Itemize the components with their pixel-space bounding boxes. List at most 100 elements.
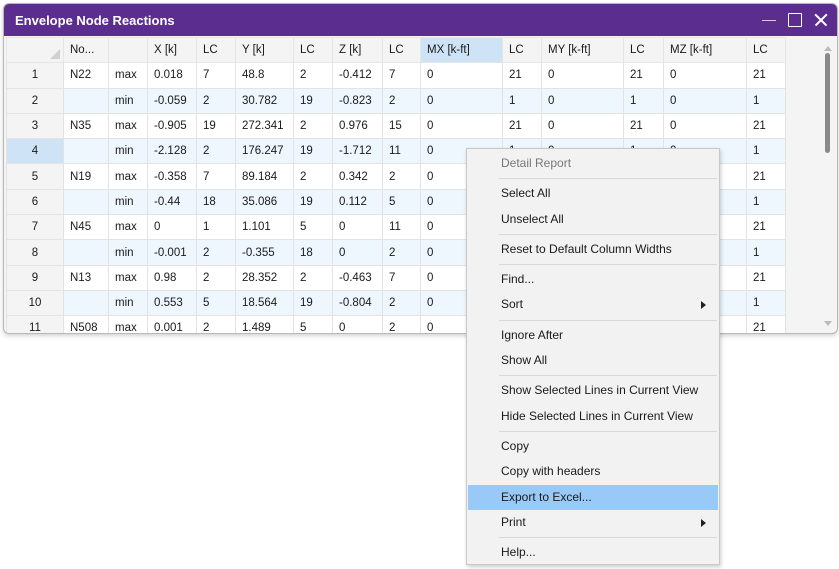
table-cell[interactable]: 0 (332, 315, 383, 333)
table-cell[interactable]: 0 (541, 112, 624, 140)
row-number[interactable]: 11 (6, 315, 64, 333)
table-cell[interactable]: 5 (293, 214, 333, 241)
menu-item-find[interactable]: Find... (468, 267, 718, 292)
menu-item-export-to-excel[interactable]: Export to Excel... (468, 484, 718, 510)
row-number[interactable]: 9 (6, 264, 64, 291)
scroll-down-icon[interactable] (824, 321, 832, 326)
table-cell[interactable]: 21 (623, 62, 664, 89)
table-cell[interactable]: N13 (63, 264, 109, 291)
table-cell[interactable]: 1 (746, 87, 786, 114)
table-cell[interactable]: -0.412 (332, 62, 383, 89)
table-cell[interactable]: max (108, 214, 148, 241)
table-cell[interactable]: min (108, 87, 148, 114)
table-cell[interactable]: 2 (293, 163, 333, 190)
table-cell[interactable]: 18 (196, 188, 236, 216)
table-cell[interactable]: -0.823 (332, 87, 383, 114)
table-cell[interactable]: 48.8 (235, 62, 294, 89)
table-cell[interactable]: 7 (196, 163, 236, 190)
row-number[interactable]: 6 (6, 188, 64, 216)
menu-item-show-all[interactable]: Show All (468, 348, 718, 373)
table-cell[interactable]: 19 (293, 138, 333, 165)
table-cell[interactable]: 2 (196, 264, 236, 291)
table-cell[interactable]: 19 (293, 289, 333, 317)
column-header[interactable]: LC (502, 36, 542, 64)
table-cell[interactable]: 0 (420, 62, 503, 89)
table-cell[interactable]: 0.018 (147, 62, 197, 89)
table-cell[interactable]: 0 (663, 87, 747, 114)
table-cell[interactable] (63, 289, 109, 317)
menu-item-show-selected-lines-in-current-view[interactable]: Show Selected Lines in Current View (468, 378, 718, 403)
table-cell[interactable]: N35 (63, 112, 109, 140)
table-cell[interactable]: -0.44 (147, 188, 197, 216)
column-header[interactable]: MX [k-ft] (420, 36, 503, 64)
table-cell[interactable]: 21 (502, 62, 542, 89)
column-header[interactable]: LC (382, 36, 421, 64)
table-cell[interactable]: min (108, 239, 148, 266)
table-cell[interactable]: 2 (293, 264, 333, 291)
row-number[interactable]: 1 (6, 62, 64, 89)
table-row[interactable]: 2 min -0.059 2 30.782 19 -0.823 2 0 1 0 1 0 1 (6, 87, 786, 114)
table-row[interactable]: 3 N35 max -0.905 19 272.341 2 0.976 15 0 21 0 21 0 21 (6, 112, 786, 140)
table-cell[interactable]: -0.001 (147, 239, 197, 266)
row-number[interactable]: 2 (6, 87, 64, 114)
table-cell[interactable]: 1 (502, 87, 542, 114)
menu-item-help[interactable]: Help... (468, 540, 718, 565)
maximize-icon[interactable] (787, 12, 803, 28)
table-cell[interactable]: 21 (746, 264, 786, 291)
row-number[interactable]: 7 (6, 214, 64, 241)
table-cell[interactable]: 21 (746, 112, 786, 140)
table-cell[interactable]: 0.976 (332, 112, 383, 140)
table-cell[interactable]: 19 (293, 188, 333, 216)
column-header[interactable]: LC (623, 36, 664, 64)
column-header[interactable]: LC (196, 36, 236, 64)
table-cell[interactable]: 0.342 (332, 163, 383, 190)
table-cell[interactable]: 2 (293, 112, 333, 140)
row-number[interactable]: 3 (6, 112, 64, 140)
table-cell[interactable]: 0.553 (147, 289, 197, 317)
table-cell[interactable]: -0.905 (147, 112, 197, 140)
table-cell[interactable]: -0.358 (147, 163, 197, 190)
table-cell[interactable]: 0 (663, 62, 747, 89)
vertical-scrollbar[interactable] (821, 44, 835, 328)
table-cell[interactable]: 2 (196, 138, 236, 165)
title-bar[interactable]: Envelope Node Reactions (4, 4, 837, 36)
table-cell[interactable]: 11 (382, 214, 421, 241)
table-cell[interactable] (63, 188, 109, 216)
table-cell[interactable] (63, 138, 109, 165)
table-cell[interactable]: N508 (63, 315, 109, 333)
table-cell[interactable]: 2 (196, 239, 236, 266)
row-number[interactable]: 10 (6, 289, 64, 317)
table-cell[interactable]: 18.564 (235, 289, 294, 317)
menu-item-ignore-after[interactable]: Ignore After (468, 323, 718, 348)
table-cell[interactable]: -2.128 (147, 138, 197, 165)
row-number[interactable]: 8 (6, 239, 64, 266)
table-cell[interactable]: 2 (293, 62, 333, 89)
column-header[interactable]: No... (63, 36, 109, 64)
table-cell[interactable]: 21 (746, 315, 786, 333)
table-cell[interactable]: 1 (196, 214, 236, 241)
table-cell[interactable]: -0.355 (235, 239, 294, 266)
column-header[interactable] (108, 36, 148, 64)
table-cell[interactable]: 0 (332, 214, 383, 241)
table-cell[interactable]: 2 (382, 289, 421, 317)
table-cell[interactable]: 0 (147, 214, 197, 241)
table-cell[interactable]: 1 (746, 188, 786, 216)
table-cell[interactable]: 15 (382, 112, 421, 140)
table-cell[interactable]: 2 (196, 315, 236, 333)
table-cell[interactable]: N19 (63, 163, 109, 190)
menu-item-print[interactable]: Print (468, 510, 718, 535)
table-cell[interactable]: 5 (382, 188, 421, 216)
column-header[interactable]: Z [k] (332, 36, 383, 64)
table-cell[interactable]: 5 (293, 315, 333, 333)
table-cell[interactable]: 7 (382, 62, 421, 89)
scroll-thumb[interactable] (825, 53, 830, 153)
table-cell[interactable]: 1 (623, 87, 664, 114)
table-cell[interactable]: 176.247 (235, 138, 294, 165)
table-cell[interactable]: -0.059 (147, 87, 197, 114)
table-cell[interactable]: 2 (382, 163, 421, 190)
table-cell[interactable]: -0.804 (332, 289, 383, 317)
menu-item-copy-with-headers[interactable]: Copy with headers (468, 459, 718, 484)
menu-item-sort[interactable]: Sort (468, 292, 718, 317)
table-cell[interactable]: max (108, 112, 148, 140)
menu-item-hide-selected-lines-in-current-view[interactable]: Hide Selected Lines in Current View (468, 404, 718, 429)
